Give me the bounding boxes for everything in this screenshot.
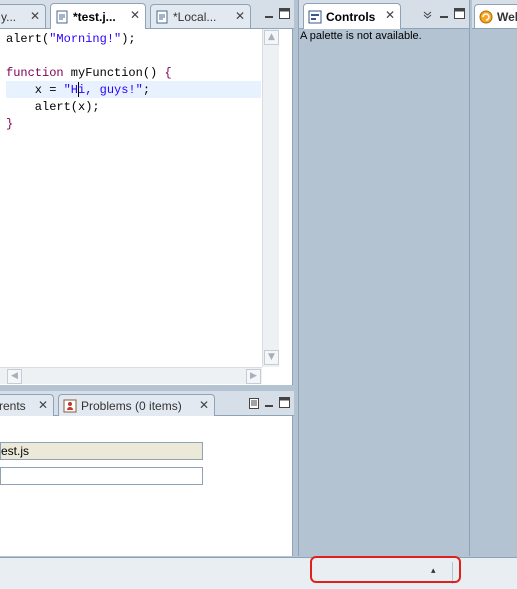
tab-label: y... (1, 9, 17, 24)
vertical-scrollbar[interactable]: ▲ ▼ (262, 29, 279, 367)
maximize-icon[interactable] (279, 397, 290, 408)
code-token: function (6, 66, 64, 80)
tab-welcome[interactable]: Wel (474, 4, 517, 28)
tab-label: *test.j... (73, 9, 116, 24)
code-line: alert(x); (6, 99, 100, 116)
tab-label: Controls (326, 9, 376, 24)
editor-tab-local[interactable]: *Local... ✕ (150, 4, 251, 28)
code-token: myFunction() (63, 66, 165, 80)
code-token: alert( (6, 32, 50, 46)
code-token: "Hi, guys!" (63, 83, 143, 97)
close-icon[interactable]: ✕ (199, 399, 209, 411)
code-token: } (6, 117, 14, 131)
tab-label: Wel (497, 9, 517, 24)
controls-icon (308, 10, 322, 24)
bottom-tab-problems[interactable]: Problems (0 items) ✕ (58, 394, 215, 416)
editor-tab-test-js[interactable]: *test.j... ✕ (50, 3, 146, 29)
maximize-icon[interactable] (454, 8, 465, 19)
code-token: ; (142, 83, 151, 97)
bottom-tab-rents[interactable]: rents ✕ (0, 394, 54, 416)
text-cursor (78, 82, 79, 97)
close-icon[interactable]: ✕ (235, 10, 245, 22)
code-editor[interactable]: alert("Morning!"); function myFunction() … (0, 29, 293, 385)
code-line: } (6, 116, 13, 133)
horizontal-scrollbar[interactable]: ◀ ▶ (0, 367, 262, 384)
close-icon[interactable]: ✕ (130, 9, 140, 21)
tab-controls[interactable]: Controls ✕ (303, 3, 401, 29)
problems-icon (63, 399, 77, 413)
text-input[interactable] (0, 467, 203, 485)
code-token: x = (6, 83, 64, 97)
code-token: "Morning!" (49, 32, 122, 46)
maximize-icon[interactable] (279, 8, 290, 19)
close-icon[interactable]: ✕ (38, 399, 48, 411)
code-token: ); (121, 32, 136, 46)
scroll-right-button[interactable]: ▶ (246, 369, 261, 384)
controls-tab-bar: Controls ✕ (298, 0, 470, 29)
tab-label: Problems (0 items) (81, 398, 182, 413)
controls-view: A palette is not available. (298, 29, 470, 556)
minimize-icon[interactable] (264, 10, 274, 20)
minimize-icon[interactable] (264, 399, 274, 409)
welcome-tab-bar: Wel (472, 0, 517, 29)
editor-tab-0[interactable]: y... ✕ (0, 4, 46, 28)
close-icon[interactable]: ✕ (30, 10, 40, 22)
minimize-icon[interactable] (439, 10, 449, 20)
file-name-field[interactable]: est.js (0, 442, 203, 460)
bottom-view-content: est.js (0, 416, 293, 556)
js-file-icon (55, 10, 69, 24)
scroll-up-button[interactable]: ▲ (264, 30, 279, 45)
view-menu-icon[interactable] (249, 398, 259, 409)
scroll-down-button[interactable]: ▼ (264, 350, 279, 365)
tab-label: *Local... (173, 9, 217, 24)
code-line: alert("Morning!"); (6, 31, 136, 48)
annotation-highlight (310, 556, 461, 583)
code-token: { (164, 66, 172, 80)
palette-message: A palette is not available. (300, 30, 422, 42)
scroll-left-button[interactable]: ◀ (7, 369, 22, 384)
js-file-icon (155, 10, 169, 24)
welcome-icon (479, 10, 493, 24)
close-icon[interactable]: ✕ (385, 9, 395, 21)
code-line: function myFunction() { (6, 65, 172, 82)
tab-label: rents (0, 398, 26, 413)
welcome-view (472, 29, 517, 556)
editor-tab-bar: y... ✕ *test.j... ✕ *Local... ✕ (0, 0, 294, 29)
chevron-down-icon[interactable] (423, 11, 432, 19)
bottom-tab-bar: rents ✕ Problems (0 items) ✕ (0, 391, 294, 416)
code-token: alert(x); (6, 100, 100, 114)
